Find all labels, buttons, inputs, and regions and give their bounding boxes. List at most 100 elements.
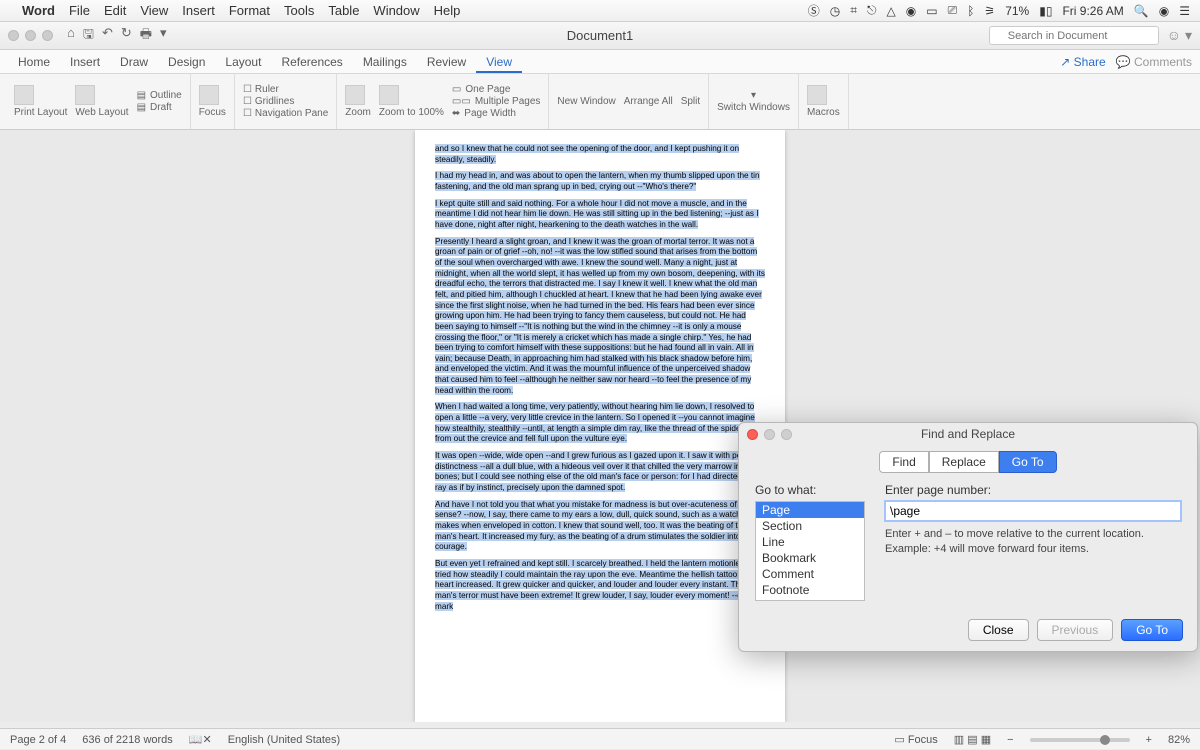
redo-icon[interactable]: ↻ [121, 25, 132, 47]
battery-icon[interactable]: ▮▯ [1039, 4, 1052, 18]
screen-icon[interactable]: ⎚ [948, 3, 958, 18]
minimize-window-icon[interactable] [25, 30, 36, 41]
multiple-pages-button[interactable]: ▭▭ Multiple Pages [452, 96, 541, 107]
battery-percent[interactable]: 71% [1005, 4, 1029, 18]
tab-mailings[interactable]: Mailings [353, 51, 417, 73]
close-button[interactable]: Close [968, 619, 1029, 641]
dropdown-icon[interactable]: ▾ [160, 25, 167, 47]
share-button[interactable]: ↗ Share [1060, 55, 1105, 69]
goto-item[interactable]: Footnote [756, 582, 864, 598]
web-layout-button[interactable]: Web Layout [75, 85, 128, 118]
split-button[interactable]: Split [681, 96, 700, 107]
status-icon[interactable]: ⎋ [867, 3, 877, 18]
menu-view[interactable]: View [140, 3, 168, 18]
focus-button[interactable]: Focus [199, 85, 226, 118]
menu-format[interactable]: Format [229, 3, 270, 18]
print-layout-button[interactable]: Print Layout [14, 85, 67, 118]
goto-item[interactable]: Bookmark [756, 550, 864, 566]
goto-what-listbox[interactable]: PageSectionLineBookmarkCommentFootnoteEn… [755, 501, 865, 601]
document-paragraph[interactable]: I had my head in, and was about to open … [435, 171, 765, 192]
close-window-icon[interactable] [8, 30, 19, 41]
previous-button[interactable]: Previous [1037, 619, 1114, 641]
document-paragraph[interactable]: I kept quite still and said nothing. For… [435, 199, 765, 231]
tab-draw[interactable]: Draw [110, 51, 158, 73]
siri-icon[interactable]: ◉ [1159, 4, 1169, 18]
tab-home[interactable]: Home [8, 51, 60, 73]
tab-replace[interactable]: Replace [929, 451, 999, 473]
word-count[interactable]: 636 of 2218 words [82, 734, 173, 746]
comments-button[interactable]: 💬 Comments [1116, 55, 1192, 69]
tab-insert[interactable]: Insert [60, 51, 110, 73]
document-paragraph[interactable]: Presently I heard a slight groan, and I … [435, 237, 765, 397]
navigation-pane-checkbox[interactable]: Navigation Pane [243, 108, 328, 119]
search-in-document-input[interactable] [989, 26, 1159, 45]
outline-button[interactable]: ▤ Outline [137, 90, 182, 101]
app-name[interactable]: Word [22, 3, 55, 18]
goto-button[interactable]: Go To [1121, 619, 1183, 641]
tab-layout[interactable]: Layout [215, 51, 271, 73]
goto-item[interactable]: Section [756, 518, 864, 534]
close-icon[interactable] [747, 429, 758, 440]
tab-references[interactable]: References [271, 51, 352, 73]
tab-goto[interactable]: Go To [999, 451, 1057, 473]
zoom-percent[interactable]: 82% [1168, 734, 1190, 746]
menu-file[interactable]: File [69, 3, 90, 18]
tab-review[interactable]: Review [417, 51, 476, 73]
dropbox-icon[interactable]: ⌗ [850, 3, 857, 18]
menu-edit[interactable]: Edit [104, 3, 126, 18]
menu-tools[interactable]: Tools [284, 3, 314, 18]
menu-help[interactable]: Help [434, 3, 461, 18]
goto-item[interactable]: Endnote [756, 598, 864, 601]
spotlight-icon[interactable]: 🔍 [1134, 4, 1149, 18]
draft-button[interactable]: ▤ Draft [137, 102, 182, 113]
zoom-icon[interactable] [781, 429, 792, 440]
focus-mode-button[interactable]: ▭ Focus [894, 733, 937, 746]
zoom-100-button[interactable]: Zoom to 100% [379, 85, 444, 118]
document-paragraph[interactable]: It was open --wide, wide open --and I gr… [435, 451, 765, 494]
feedback-icon[interactable]: ☺ ▾ [1167, 27, 1192, 44]
clock[interactable]: Fri 9:26 AM [1062, 4, 1123, 18]
document-paragraph[interactable]: When I had waited a long time, very pati… [435, 402, 765, 445]
arrange-all-button[interactable]: Arrange All [624, 96, 673, 107]
tab-find[interactable]: Find [879, 451, 928, 473]
save-icon[interactable]: 🖫 [83, 25, 94, 47]
tab-view[interactable]: View [476, 51, 522, 73]
page-width-button[interactable]: ⬌ Page Width [452, 108, 541, 119]
menu-window[interactable]: Window [373, 3, 419, 18]
menu-table[interactable]: Table [328, 3, 359, 18]
minimize-icon[interactable] [764, 429, 775, 440]
status-icon[interactable]: ◉ [906, 4, 916, 18]
cloud-icon[interactable]: △ [887, 4, 896, 18]
zoom-button[interactable]: Zoom [345, 85, 371, 118]
zoom-in-icon[interactable]: + [1146, 734, 1152, 746]
menu-insert[interactable]: Insert [182, 3, 215, 18]
zoom-window-icon[interactable] [42, 30, 53, 41]
bluetooth-icon[interactable]: ᛒ [967, 4, 974, 18]
wifi-icon[interactable]: ⚞ [984, 4, 995, 18]
ruler-checkbox[interactable]: Ruler [243, 84, 328, 95]
view-buttons[interactable]: ▥ ▤ ▦ [954, 733, 991, 746]
document-paragraph[interactable]: and so I knew that he could not see the … [435, 144, 765, 165]
tab-design[interactable]: Design [158, 51, 215, 73]
goto-item[interactable]: Page [756, 502, 864, 518]
zoom-out-icon[interactable]: − [1007, 734, 1013, 746]
goto-item[interactable]: Comment [756, 566, 864, 582]
status-icon[interactable]: ◷ [830, 4, 840, 18]
document-paragraph[interactable]: And have I not told you that what you mi… [435, 500, 765, 553]
status-icon[interactable]: ▭ [926, 4, 937, 18]
enter-page-input[interactable] [885, 501, 1181, 521]
home-icon[interactable]: ⌂ [67, 25, 75, 47]
document-paragraph[interactable]: But even yet I refrained and kept still.… [435, 559, 765, 612]
status-icon[interactable]: Ⓢ [808, 2, 820, 19]
print-icon[interactable]: 🖶 [140, 25, 152, 47]
page-indicator[interactable]: Page 2 of 4 [10, 734, 66, 746]
undo-icon[interactable]: ↶ [102, 25, 113, 47]
goto-item[interactable]: Line [756, 534, 864, 550]
new-window-button[interactable]: New Window [557, 96, 615, 107]
switch-windows-button[interactable]: ▾Switch Windows [717, 90, 790, 113]
notification-icon[interactable]: ☰ [1179, 4, 1190, 18]
language-indicator[interactable]: English (United States) [228, 734, 341, 746]
gridlines-checkbox[interactable]: Gridlines [243, 96, 328, 107]
one-page-button[interactable]: ▭ One Page [452, 84, 541, 95]
zoom-slider[interactable] [1030, 738, 1130, 742]
